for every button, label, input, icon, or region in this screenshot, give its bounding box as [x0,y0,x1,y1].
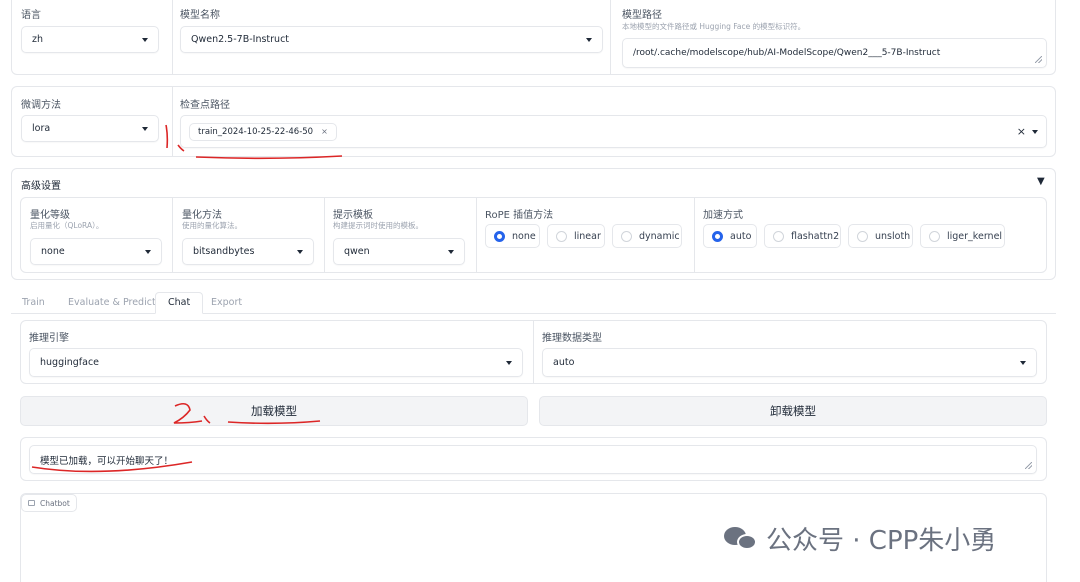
chatbot-label: Chatbot [40,498,70,508]
dtype-value: auto [553,357,575,368]
model-name-label: 模型名称 [180,10,220,21]
radio-selected-icon [494,230,505,242]
collapse-toggle-icon[interactable]: ▼ [1037,176,1045,187]
accel-option-label: unsloth [875,230,911,242]
rope-option-dynamic[interactable]: dynamic [612,224,682,248]
checkpoint-tag[interactable]: train_2024-10-25-22-46-50 × [189,122,337,141]
quant-level-value: none [41,246,65,257]
divider [694,198,695,272]
model-path-value: /root/.cache/modelscope/hub/AI-ModelScop… [633,48,941,58]
template-value: qwen [344,246,370,257]
model-name-select[interactable]: Qwen2.5-7B-Instruct [180,26,603,53]
resize-handle-icon[interactable] [1035,56,1042,63]
radio-icon [857,230,868,242]
model-path-input[interactable]: /root/.cache/modelscope/hub/AI-ModelScop… [622,38,1047,68]
dtype-label: 推理数据类型 [542,333,602,344]
accel-option-label: liger_kernel [947,230,1003,242]
accel-label: 加速方式 [703,210,743,221]
clear-icon[interactable]: × [1017,125,1026,138]
rope-option-none[interactable]: none [485,224,540,248]
language-select[interactable]: zh [21,26,159,53]
model-name-value: Qwen2.5-7B-Instruct [191,34,290,45]
unload-model-button[interactable]: 卸载模型 [539,396,1047,426]
accel-option-unsloth[interactable]: unsloth [848,224,913,248]
chevron-down-icon [1020,360,1026,365]
divider [172,198,173,272]
engine-value: huggingface [40,357,100,368]
watermark-text: 公众号 · CPP朱小勇 [766,526,997,556]
template-label: 提示模板 [333,210,373,221]
radio-icon [556,230,567,242]
chevron-down-icon [142,126,148,131]
accel-option-auto[interactable]: auto [703,224,757,248]
divider [172,0,173,75]
chevron-down-icon [297,249,303,254]
finetune-method-value: lora [32,123,51,134]
chatbot-label-badge: Chatbot [21,494,77,512]
quant-method-value: bitsandbytes [193,246,255,257]
quant-level-label: 量化等级 [30,210,70,221]
tab-export[interactable]: Export [211,295,242,315]
finetune-method-label: 微调方法 [21,100,61,111]
language-value: zh [32,34,44,45]
engine-select[interactable]: huggingface [29,348,523,377]
model-path-label: 模型路径 [622,10,662,21]
tab-train[interactable]: Train [22,295,45,315]
accel-option-label: flashattn2 [791,230,840,242]
divider [324,198,325,272]
accel-option-flashattn2[interactable]: flashattn2 [764,224,841,248]
radio-selected-icon [712,230,723,242]
finetune-method-select[interactable]: lora [21,115,159,142]
radio-icon [929,230,940,242]
divider [610,0,611,75]
checkpoint-label: 检查点路径 [180,100,230,111]
wechat-icon [724,525,758,553]
language-label: 语言 [21,10,41,21]
quant-method-select[interactable]: bitsandbytes [182,238,314,265]
accel-option-label: auto [730,230,752,242]
load-model-button[interactable]: 加载模型 [20,396,528,426]
engine-label: 推理引擎 [29,333,69,344]
chevron-down-icon [1032,129,1038,134]
template-select[interactable]: qwen [333,238,465,265]
model-path-hint: 本地模型的文件路径或 Hugging Face 的模型标识符。 [622,22,806,31]
chevron-down-icon [145,249,151,254]
divider [476,198,477,272]
rope-label: RoPE 插值方法 [485,210,554,221]
divider [172,87,173,156]
chevron-down-icon [142,37,148,42]
chevron-down-icon [586,37,592,42]
quant-level-hint: 启用量化（QLoRA）。 [30,221,104,230]
radio-icon [621,230,632,242]
rope-option-linear[interactable]: linear [547,224,605,248]
quant-method-hint: 使用的量化算法。 [182,221,242,230]
watermark: 公众号 · CPP朱小勇 [724,520,996,557]
quant-level-select[interactable]: none [30,238,162,265]
resize-handle-icon[interactable] [1025,462,1032,469]
template-hint: 构建提示词时使用的模板。 [333,221,423,230]
advanced-settings-title[interactable]: 高级设置 [21,177,61,192]
accel-option-liger-kernel[interactable]: liger_kernel [920,224,1005,248]
tab-chat[interactable]: Chat [155,292,204,314]
checkpoint-tag-label: train_2024-10-25-22-46-50 [198,126,314,137]
radio-icon [773,230,784,242]
status-textbox[interactable]: 模型已加载，可以开始聊天了！ [29,445,1037,474]
close-icon[interactable]: × [321,127,328,136]
tab-evaluate-predict[interactable]: Evaluate & Predict [68,295,156,315]
rope-option-label: dynamic [639,230,680,242]
dtype-select[interactable]: auto [542,348,1037,377]
chevron-down-icon [506,360,512,365]
status-text: 模型已加载，可以开始聊天了！ [40,455,174,467]
rope-option-label: none [512,230,536,242]
chat-bubble-icon [28,500,35,506]
rope-option-label: linear [574,230,601,242]
quant-method-label: 量化方法 [182,210,222,221]
divider [533,321,534,383]
chevron-down-icon [448,249,454,254]
checkpoint-multiselect[interactable]: train_2024-10-25-22-46-50 × × [180,115,1047,148]
